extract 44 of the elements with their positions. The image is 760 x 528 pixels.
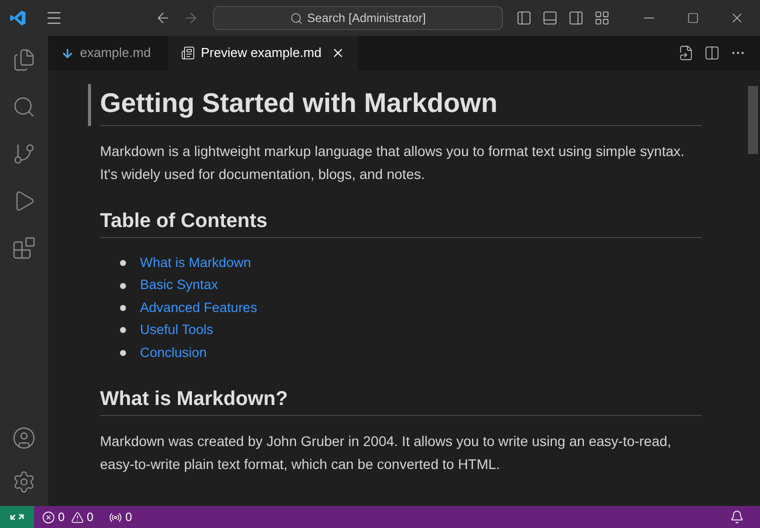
search-text: Search [Administrator] <box>307 10 426 27</box>
bullet-icon <box>120 282 126 289</box>
panel-right-icon[interactable] <box>568 10 584 26</box>
preview-icon <box>180 46 195 60</box>
panel-bottom-icon[interactable] <box>542 10 558 26</box>
layout-icon[interactable] <box>594 10 610 26</box>
warning-count: 0 <box>86 509 94 526</box>
maximize-icon[interactable] <box>687 12 699 24</box>
notifications-icon[interactable] <box>730 510 744 524</box>
paragraph: Markdown was created by John Gruber in 2004. It allows you to write using an easy-to-read, easy-to-write plain text format, which can be converted to HTML. <box>100 432 672 474</box>
ports-button[interactable]: 0 <box>109 508 132 526</box>
bullet-icon <box>120 327 126 334</box>
back-icon[interactable] <box>155 10 171 26</box>
editor-tab[interactable]: Preview example.md <box>168 36 358 70</box>
ports-count: 0 <box>125 509 132 526</box>
contents-link[interactable]: Basic Syntax <box>140 275 218 296</box>
document-title: Getting Started with Markdown <box>100 84 702 126</box>
remote-button[interactable] <box>0 506 34 528</box>
forward-icon[interactable] <box>183 10 199 26</box>
markdown-file-icon <box>61 46 74 60</box>
contents-link[interactable]: Advanced Features <box>140 298 258 318</box>
open-source-icon[interactable] <box>678 45 694 61</box>
bullet-icon <box>120 350 126 356</box>
contents-link[interactable]: What is Markdown <box>140 253 252 274</box>
problems-button[interactable]: 0 0 <box>42 508 94 526</box>
app-logo-icon <box>9 9 27 27</box>
search-field[interactable]: Search [Administrator] <box>213 6 503 30</box>
panel-left-icon[interactable] <box>516 10 532 26</box>
account-icon[interactable] <box>12 426 36 450</box>
warning-icon <box>70 510 84 524</box>
bullet-icon <box>120 304 126 311</box>
broadcast-icon <box>109 510 122 524</box>
scrollbar[interactable] <box>748 86 758 154</box>
error-count: 0 <box>58 509 65 526</box>
contents-link[interactable]: Conclusion <box>140 342 207 363</box>
error-icon <box>42 510 55 524</box>
bullet-icon <box>120 260 126 266</box>
section-heading: Table of Contents <box>100 208 702 238</box>
contents-link[interactable]: Useful Tools <box>140 320 214 340</box>
split-editor-icon[interactable] <box>704 45 720 61</box>
paragraph: Markdown is a lightweight markup language that allows you to format text using simple syntax. It's widely used for documentation, blogs, and notes. <box>100 142 686 184</box>
settings-icon[interactable] <box>12 470 36 494</box>
search-icon <box>290 12 304 24</box>
section-heading: What is Markdown? <box>100 386 702 416</box>
